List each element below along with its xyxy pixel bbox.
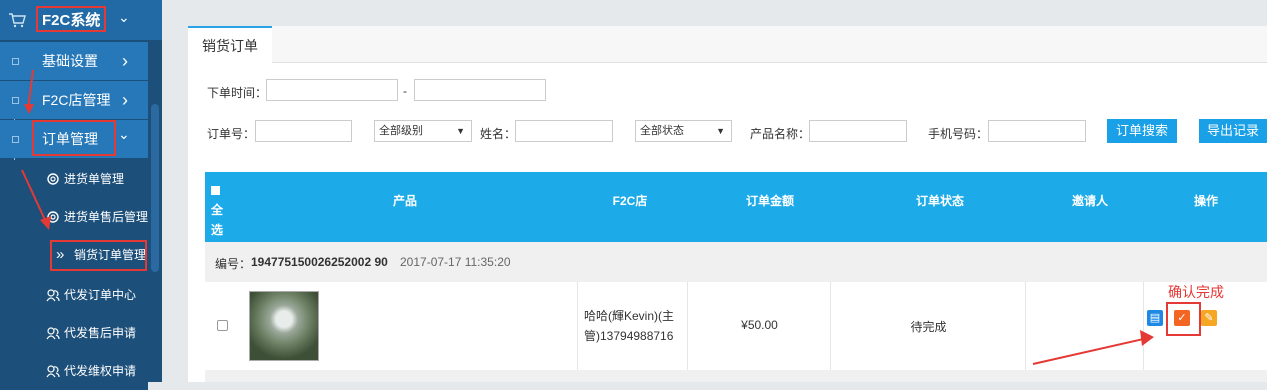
- dropdown-arrow-icon: ▼: [456, 126, 465, 136]
- order-time-end-input[interactable]: [414, 79, 546, 101]
- range-separator: -: [403, 84, 407, 98]
- name-label: 姓名：: [480, 127, 517, 141]
- order-amount: ¥50.00: [741, 318, 778, 332]
- select-all[interactable]: 全选: [211, 180, 231, 240]
- product-name-label: 产品名称：: [750, 127, 811, 141]
- name-input[interactable]: [515, 120, 613, 142]
- rate-icon[interactable]: ✎: [1201, 310, 1217, 326]
- header-inviter: 邀请人: [1071, 194, 1108, 208]
- product-thumbnail[interactable]: [249, 291, 319, 361]
- highlight-box: [1166, 302, 1201, 336]
- select-all-checkbox[interactable]: [211, 186, 220, 196]
- level-select[interactable]: 全部级别 ▼: [374, 120, 472, 142]
- annotation-arrow: [1032, 330, 1154, 365]
- store-line-2: 管)13794988716: [584, 329, 674, 343]
- edit-note-icon[interactable]: ▤: [1147, 310, 1163, 326]
- store-line-1: 哈哈(輝Kevin)(主: [584, 309, 675, 323]
- order-group-row: 编号： 194775150026252002 90 2017-07-17 11:…: [205, 242, 1267, 282]
- export-button[interactable]: 导出记录: [1199, 119, 1267, 143]
- order-status: 待完成: [910, 320, 947, 334]
- header-product: 产品: [392, 194, 417, 208]
- order-time: 2017-07-17 11:35:20: [400, 255, 511, 269]
- header-actions: 操作: [1193, 194, 1218, 208]
- level-select-value: 全部级别: [379, 125, 423, 137]
- order-time-start-input[interactable]: [266, 79, 398, 101]
- status-select[interactable]: 全部状态 ▼: [635, 120, 732, 142]
- order-number-label: 编号：: [215, 257, 252, 271]
- header-store: F2C店: [612, 194, 648, 208]
- sidebar: F2C系统 ⌄ 基础设置 › F2C店管理 › 订单管理 ⌄ 进货单管理 进货单…: [0, 0, 162, 390]
- dropdown-arrow-icon: ▼: [716, 126, 725, 136]
- annotation-arrows: [21, 69, 51, 230]
- tab-sales-orders[interactable]: 销货订单: [188, 26, 272, 63]
- phone-label: 手机号码：: [928, 127, 989, 141]
- search-button[interactable]: 订单搜索: [1107, 119, 1177, 143]
- status-cell: 待完成: [830, 282, 1025, 370]
- store-cell: 哈哈(輝Kevin)(主 管)13794988716: [577, 282, 687, 370]
- order-time-label: 下单时间：: [207, 86, 268, 100]
- select-all-label: 全选: [211, 203, 224, 237]
- tab-bar: 销货订单: [188, 26, 1267, 63]
- order-no-label: 订单号：: [207, 127, 256, 141]
- amount-cell: ¥50.00: [687, 282, 830, 370]
- main-panel: 销货订单 下单时间： - 订单号： 全部级别 ▼ 姓名： 全部状态 ▼ 产品名称…: [188, 26, 1267, 382]
- header-status: 订单状态: [915, 194, 964, 208]
- phone-input[interactable]: [988, 120, 1086, 142]
- product-name-input[interactable]: [809, 120, 907, 142]
- header-amount: 订单金额: [745, 194, 794, 208]
- order-no-input[interactable]: [255, 120, 352, 142]
- confirm-annotation: 确认完成: [1168, 284, 1224, 300]
- row-checkbox[interactable]: [217, 320, 228, 331]
- order-number: 194775150026252002 90: [251, 255, 388, 269]
- status-select-value: 全部状态: [640, 125, 684, 137]
- table-header: 全选 产品 F2C店 订单金额 订单状态 邀请人 操作: [205, 172, 1267, 242]
